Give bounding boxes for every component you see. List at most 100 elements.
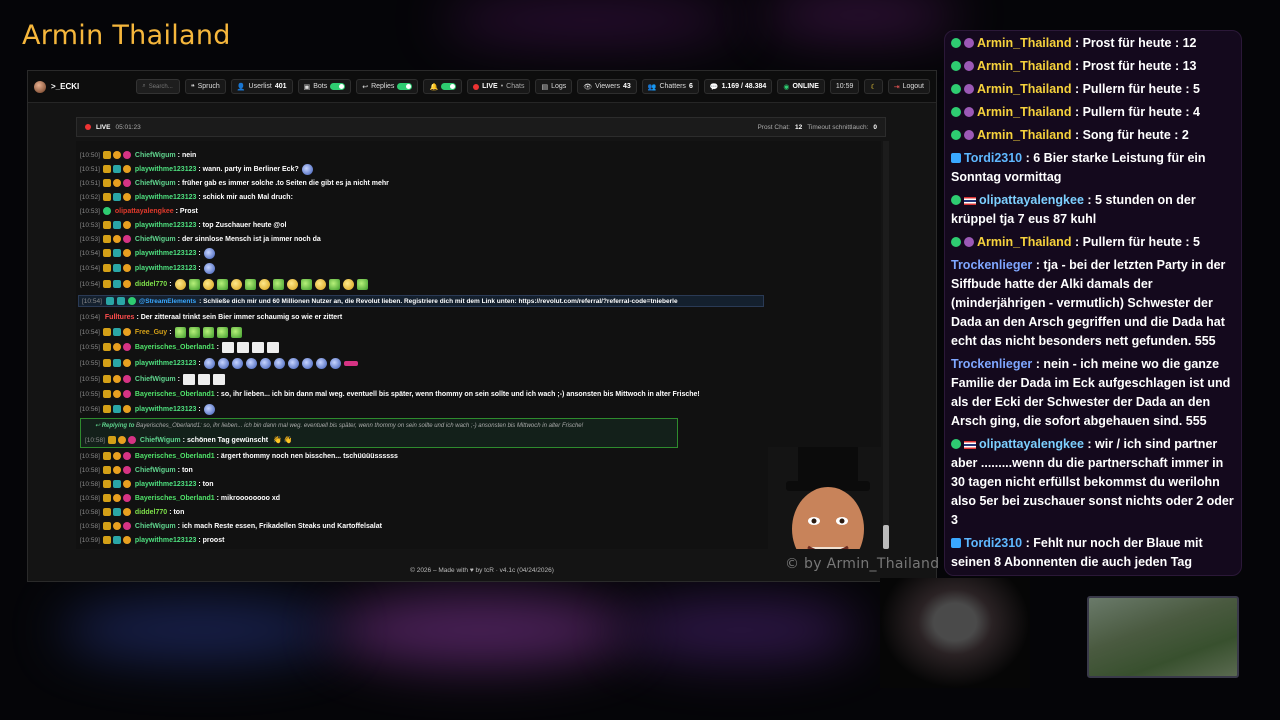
userlist-button[interactable]: 👤 Userlist 401 (230, 79, 293, 94)
username[interactable]: Bayerisches_Oberland1 (135, 495, 215, 502)
sub-badge-icon (122, 249, 131, 257)
username[interactable]: ChiefWigum (135, 376, 176, 383)
bg-glow (760, 0, 960, 30)
username[interactable]: Trockenlieger (951, 357, 1032, 371)
username[interactable]: Armin_Thailand (977, 128, 1071, 142)
username[interactable]: diddel770 (135, 509, 167, 516)
message-text: : so, ihr lieben... ich bin dann mal weg… (216, 390, 700, 398)
timestamp: [10:54] (80, 249, 100, 257)
username[interactable]: playwithme123123 (135, 166, 196, 173)
username[interactable]: @StreamElements (139, 298, 196, 305)
username[interactable]: ChiefWigum (135, 180, 176, 187)
chat-message: [10:53] ChiefWigum: der sinnlose Mensch i… (80, 233, 321, 245)
replying-to-user[interactable]: Bayerisches_Oberland1 (136, 423, 200, 429)
spruch-button[interactable]: ❝ Spruch (184, 79, 226, 94)
viewers-stat: 👁 Viewers 43 (577, 79, 637, 94)
messages-count: 1.169 / 48.384 (721, 83, 767, 90)
timestamp: [10:58] (80, 480, 100, 488)
overlay-chat-message: Armin_Thailand : Pullern für heute : 4 (951, 103, 1235, 122)
sub-badge-icon (112, 179, 121, 187)
username[interactable]: Fulltures (105, 314, 135, 321)
chat-scrollbar[interactable] (883, 141, 889, 549)
username[interactable]: ChiefWigum (135, 467, 176, 474)
replies-toggle[interactable]: ↩ Replies (356, 79, 419, 94)
username[interactable]: Bayerisches_Oberland1 (135, 344, 215, 351)
username[interactable]: olipattayalengkee (979, 437, 1084, 451)
chat-message: [10:54] diddel770: (80, 278, 368, 290)
logout-button[interactable]: ⇥ Logout (887, 79, 930, 94)
uptime: 05:01:23 (115, 123, 141, 131)
username[interactable]: Free_Guy (135, 329, 167, 336)
sub-badge-icon (122, 328, 131, 336)
username[interactable]: ChiefWigum (135, 152, 176, 159)
sub-badge-icon (122, 508, 131, 516)
gift-badge-icon (112, 264, 121, 272)
overlay-chat-message: Trockenlieger : nein - ich meine wo die … (951, 355, 1235, 431)
username[interactable]: Tordi2310 (964, 536, 1022, 550)
message-text: : ich mach Reste essen, Frikadellen Stea… (177, 522, 382, 530)
live-status-bar: LIVE 05:01:23 Prost Chat: 12 Timeout schnit… (76, 117, 886, 137)
username[interactable]: Armin_Thailand (977, 105, 1071, 119)
username[interactable]: diddel770 (135, 281, 167, 288)
chat-message: [10:55] Bayerisches_Oberland1: (80, 341, 279, 353)
live-dot-icon (473, 83, 480, 90)
overlay-chat: Armin_Thailand : Prost für heute : 12 Arm… (944, 30, 1242, 576)
logs-button[interactable]: ▤ Logs (535, 79, 573, 94)
theme-toggle[interactable]: ☾ (864, 79, 883, 94)
emote-icon (343, 360, 358, 366)
username[interactable]: playwithme123123 (135, 481, 196, 488)
message-text: : (169, 328, 172, 336)
timestamp: [10:56] (80, 405, 100, 413)
cube-badge-icon (951, 538, 961, 548)
username[interactable]: Armin_Thailand (977, 59, 1071, 73)
username[interactable]: Armin_Thailand (977, 82, 1071, 96)
bots-switch[interactable] (330, 83, 346, 90)
username[interactable]: playwithme123123 (135, 537, 196, 544)
username[interactable]: Bayerisches_Oberland1 (135, 453, 215, 460)
username[interactable]: playwithme123123 (135, 265, 196, 272)
crown-badge-icon (102, 179, 111, 187)
username[interactable]: ChiefWigum (140, 437, 181, 444)
sound-toggle[interactable]: 🔔 (423, 79, 463, 94)
emote-icon (356, 278, 368, 290)
username[interactable]: ChiefWigum (135, 236, 176, 243)
bg-glow (60, 600, 340, 660)
username[interactable]: playwithme123123 (135, 194, 196, 201)
sound-switch[interactable] (441, 83, 457, 90)
messages-stat: 💬 1.169 / 48.384 (703, 79, 773, 94)
bg-glow (620, 600, 860, 660)
app-title: >_ECKI (51, 82, 80, 91)
search-input[interactable]: ⌕ Search... (136, 79, 180, 94)
emote-icon (203, 403, 215, 415)
username[interactable]: playwithme123123 (135, 360, 196, 367)
chat-log[interactable]: [10:50] ChiefWigum: nein [10:51] playwithme… (76, 141, 881, 549)
sub-badge-icon (122, 359, 131, 367)
username[interactable]: Tordi2310 (964, 151, 1022, 165)
clap-emote-icon: 👋 👋 (273, 437, 293, 444)
crown-badge-icon (102, 151, 111, 159)
app-brand[interactable]: >_ECKI (34, 80, 121, 93)
crown-badge-icon (102, 221, 111, 229)
live-chats-button[interactable]: LIVE • Chats (467, 79, 531, 94)
username[interactable]: olipattayalengkee (115, 208, 174, 215)
username[interactable]: ChiefWigum (135, 523, 176, 530)
message-text: : wann. party im Berliner Eck? (198, 165, 299, 173)
overlay-chat-message: Armin_Thailand : Song für heute : 2 (951, 126, 1235, 145)
clock-time: 10:59 (835, 83, 854, 90)
username[interactable]: Trockenlieger (951, 258, 1032, 272)
username[interactable]: playwithme123123 (135, 406, 196, 413)
sub-badge-icon (122, 165, 131, 173)
username[interactable]: Armin_Thailand (977, 36, 1071, 50)
bots-toggle[interactable]: ▣ Bots (297, 79, 352, 94)
username[interactable]: olipattayalengkee (979, 193, 1084, 207)
flower-badge-icon (127, 436, 136, 444)
scrollbar-thumb[interactable] (883, 525, 889, 549)
portrait-image (768, 447, 881, 549)
overlay-chat-message: Armin_Thailand : Pullern für heute : 5 (951, 80, 1235, 99)
username[interactable]: Armin_Thailand (977, 235, 1071, 249)
username[interactable]: playwithme123123 (135, 222, 196, 229)
username[interactable]: playwithme123123 (135, 250, 196, 257)
username[interactable]: Bayerisches_Oberland1 (135, 391, 215, 398)
emote-icon (202, 278, 214, 290)
replies-switch[interactable] (397, 83, 413, 90)
